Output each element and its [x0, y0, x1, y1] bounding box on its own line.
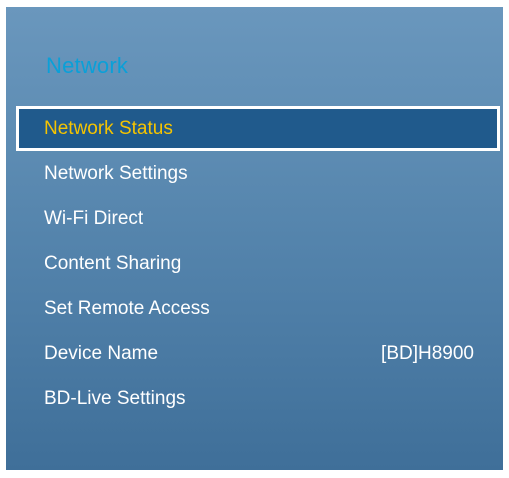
menu-item-wifi-direct[interactable]: Wi-Fi Direct: [16, 196, 500, 241]
menu-item-network-settings[interactable]: Network Settings: [16, 151, 500, 196]
menu-item-label: BD-Live Settings: [44, 387, 186, 409]
menu-item-label: Set Remote Access: [44, 297, 210, 319]
network-menu-panel: Network Network Status Network Settings …: [6, 7, 503, 470]
menu-item-device-name[interactable]: Device Name [BD]H8900: [16, 331, 500, 376]
menu-item-bd-live-settings[interactable]: BD-Live Settings: [16, 376, 500, 421]
menu-item-content-sharing[interactable]: Content Sharing: [16, 241, 500, 286]
menu-item-label: Network Settings: [44, 162, 188, 184]
menu-title: Network: [46, 53, 129, 78]
menu-item-set-remote-access[interactable]: Set Remote Access: [16, 286, 500, 331]
network-menu-list: Network Status Network Settings Wi-Fi Di…: [16, 106, 500, 421]
menu-item-label: Network Status: [44, 117, 173, 139]
menu-item-label: Wi-Fi Direct: [44, 207, 144, 229]
device-name-value: [BD]H8900: [381, 342, 474, 364]
menu-item-label: Content Sharing: [44, 252, 182, 274]
menu-item-network-status[interactable]: Network Status: [16, 106, 500, 151]
menu-item-label: Device Name: [44, 342, 159, 364]
